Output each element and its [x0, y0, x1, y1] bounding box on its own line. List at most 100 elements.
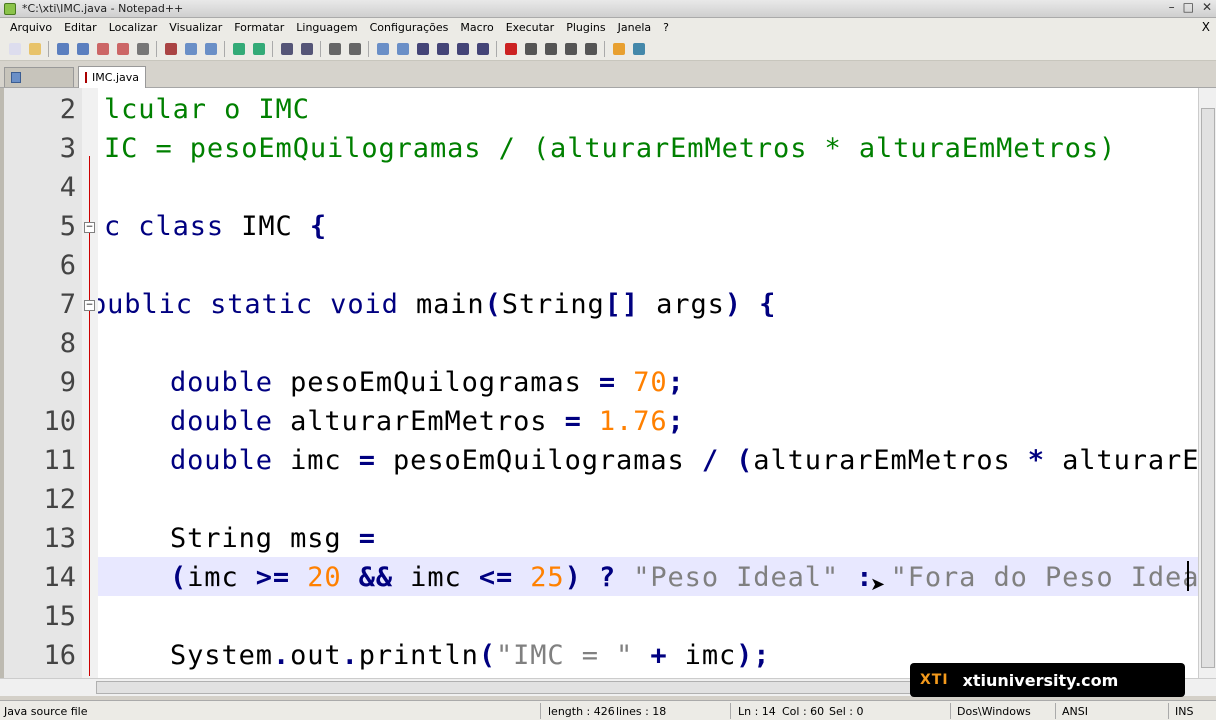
print-icon[interactable]: [134, 40, 151, 57]
toolbar-separator: [320, 40, 321, 57]
watermark: XTI xtiuniversity.com: [910, 663, 1185, 697]
menu-linguagem[interactable]: Linguagem: [290, 21, 363, 34]
code-area[interactable]: lcular o IMC IC = pesoEmQuilogramas / (a…: [98, 88, 1198, 678]
status-eol: Dos\Windows: [957, 705, 1031, 718]
status-sel: Sel : 0: [829, 705, 864, 718]
toolbar-separator: [224, 40, 225, 57]
play-icon[interactable]: [542, 40, 559, 57]
modified-file-icon: [85, 72, 88, 83]
code-line: System.out.println("IMC = " + imc);: [170, 640, 771, 671]
fold-toggle-icon[interactable]: −: [84, 222, 95, 233]
xti-logo: XTI: [920, 672, 949, 688]
stop-icon[interactable]: [522, 40, 539, 57]
line-number: 5: [59, 211, 76, 242]
sync-h-icon[interactable]: [394, 40, 411, 57]
menu-macro[interactable]: Macro: [454, 21, 499, 34]
undo-icon[interactable]: [230, 40, 247, 57]
tab-other[interactable]: [4, 67, 74, 87]
save-all-icon[interactable]: [74, 40, 91, 57]
toolbar-separator: [496, 40, 497, 57]
open-icon[interactable]: [26, 40, 43, 57]
copy-icon[interactable]: [182, 40, 199, 57]
line-number: 7: [59, 289, 76, 320]
title-bar: *C:\xti\IMC.java - Notepad++ – □ ✕: [0, 0, 1216, 18]
fold-toggle-icon[interactable]: −: [84, 300, 95, 311]
tab-label: IMC.java: [92, 71, 139, 84]
status-file-type: Java source file: [4, 705, 88, 718]
scroll-thumb[interactable]: [96, 681, 916, 694]
tab-bar: IMC.java: [0, 61, 1216, 88]
menu-plugins[interactable]: Plugins: [560, 21, 611, 34]
doc-map-icon[interactable]: [474, 40, 491, 57]
run-icon[interactable]: [610, 40, 627, 57]
toolbar-separator: [272, 40, 273, 57]
code-editor[interactable]: 2 3 4 5 6 7 8 9 10 11 12 13 14 15 16 − − lcular o IMC …: [0, 88, 1216, 678]
line-number: 11: [43, 445, 76, 476]
menu-executar[interactable]: Executar: [500, 21, 561, 34]
status-length: length : 426: [548, 705, 615, 718]
wrap-icon[interactable]: [414, 40, 431, 57]
line-number: 12: [43, 484, 76, 515]
code-line: public static void main(String[] args) {: [98, 289, 777, 320]
scroll-thumb[interactable]: [1201, 108, 1215, 668]
fold-line: [89, 156, 90, 676]
code-line: lcular o IMC: [104, 94, 310, 125]
paste-icon[interactable]: [202, 40, 219, 57]
menu-janela[interactable]: Janela: [612, 21, 658, 34]
code-line: double pesoEmQuilogramas = 70;: [170, 367, 685, 398]
file-icon: [11, 72, 21, 83]
notepadpp-icon: [4, 2, 16, 15]
indent-guide-icon[interactable]: [454, 40, 471, 57]
line-number: 15: [43, 601, 76, 632]
watermark-text: xtiuniversity.com: [962, 670, 1119, 690]
toolbar-separator: [48, 40, 49, 57]
spell-icon[interactable]: [630, 40, 647, 57]
code-line: c class IMC {: [104, 211, 328, 242]
close-button[interactable]: ✕: [1202, 0, 1212, 14]
tab-imc-java[interactable]: IMC.java: [78, 66, 146, 88]
save-macro-icon[interactable]: [582, 40, 599, 57]
line-number: 2: [59, 94, 76, 125]
code-line: String msg =: [170, 523, 376, 554]
line-number: 14: [43, 562, 76, 593]
close-document-button[interactable]: X: [1202, 20, 1210, 34]
find-icon[interactable]: [278, 40, 295, 57]
close-all-icon[interactable]: [114, 40, 131, 57]
replace-icon[interactable]: [298, 40, 315, 57]
close-icon[interactable]: [94, 40, 111, 57]
status-bar: Java source file length : 426 lines : 18…: [0, 700, 1216, 720]
menu-help[interactable]: ?: [657, 21, 675, 34]
redo-icon[interactable]: [250, 40, 267, 57]
menu-editar[interactable]: Editar: [58, 21, 103, 34]
toolbar-separator: [156, 40, 157, 57]
line-number: 10: [43, 406, 76, 437]
save-icon[interactable]: [54, 40, 71, 57]
toolbar-separator: [368, 40, 369, 57]
status-insert-mode: INS: [1175, 705, 1194, 718]
record-icon[interactable]: [502, 40, 519, 57]
minimize-button[interactable]: –: [1169, 0, 1175, 14]
zoom-in-icon[interactable]: [326, 40, 343, 57]
window-title: *C:\xti\IMC.java - Notepad++: [22, 2, 184, 15]
cut-icon[interactable]: [162, 40, 179, 57]
code-line: IC = pesoEmQuilogramas / (alturarEmMetro…: [104, 133, 1117, 164]
line-number: 6: [59, 250, 76, 281]
vertical-scrollbar[interactable]: [1198, 88, 1216, 678]
status-ln: Ln : 14: [738, 705, 776, 718]
all-chars-icon[interactable]: [434, 40, 451, 57]
menu-formatar[interactable]: Formatar: [228, 21, 290, 34]
maximize-button[interactable]: □: [1183, 0, 1194, 14]
play-multi-icon[interactable]: [562, 40, 579, 57]
menu-visualizar[interactable]: Visualizar: [163, 21, 228, 34]
status-col: Col : 60: [782, 705, 825, 718]
menu-configuracoes[interactable]: Configurações: [364, 21, 455, 34]
zoom-out-icon[interactable]: [346, 40, 363, 57]
fold-margin[interactable]: − −: [82, 88, 98, 678]
line-number: 9: [59, 367, 76, 398]
sync-v-icon[interactable]: [374, 40, 391, 57]
new-file-icon[interactable]: [6, 40, 23, 57]
menu-localizar[interactable]: Localizar: [103, 21, 164, 34]
status-encoding: ANSI: [1062, 705, 1088, 718]
menu-arquivo[interactable]: Arquivo: [4, 21, 58, 34]
line-number: 8: [59, 328, 76, 359]
